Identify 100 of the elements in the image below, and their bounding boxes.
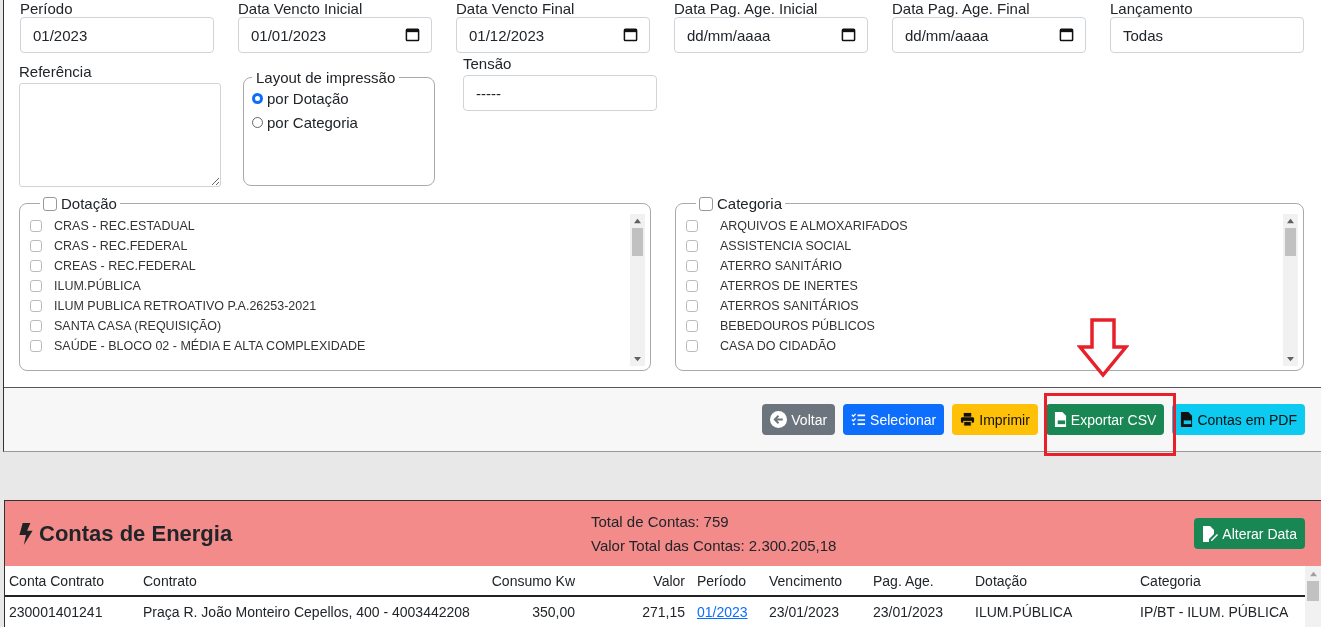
checkbox[interactable] bbox=[30, 240, 42, 252]
action-button[interactable]: Imprimir bbox=[952, 404, 1038, 435]
action-button[interactable]: Exportar CSV bbox=[1045, 404, 1165, 435]
file-icon bbox=[1053, 412, 1067, 427]
column-header: Vencimento bbox=[765, 566, 869, 596]
date-field[interactable]: 01/01/2023 bbox=[238, 17, 432, 53]
calendar-icon bbox=[841, 27, 856, 42]
checkbox[interactable] bbox=[30, 280, 42, 292]
checkbox[interactable] bbox=[699, 196, 713, 211]
scrollbar[interactable] bbox=[630, 214, 645, 366]
list-item[interactable]: CASA DO CIDADÃO bbox=[720, 339, 836, 353]
scrollbar-thumb[interactable] bbox=[1307, 581, 1319, 601]
checkbox[interactable] bbox=[30, 260, 42, 272]
lightning-icon bbox=[19, 522, 33, 545]
field-label: Período bbox=[20, 0, 74, 17]
field-label: Data Vencto Final bbox=[456, 0, 576, 17]
date-field[interactable]: dd/mm/aaaa bbox=[674, 17, 868, 53]
scroll-down-icon[interactable] bbox=[633, 356, 642, 363]
file-icon bbox=[1180, 412, 1194, 427]
list-item[interactable]: ATERRO SANITÁRIO bbox=[720, 259, 842, 273]
radio-option[interactable]: por Dotação bbox=[252, 86, 426, 110]
checkbox[interactable] bbox=[30, 340, 42, 352]
checkbox[interactable] bbox=[43, 196, 57, 211]
arrow-left-icon bbox=[770, 411, 788, 428]
table-cell: 230001401241 bbox=[9, 604, 103, 620]
card-title: Contas de Energia bbox=[39, 520, 233, 547]
action-button[interactable]: Selecionar bbox=[843, 404, 945, 435]
group-legend: Categoria bbox=[717, 195, 783, 212]
checkbox[interactable] bbox=[686, 300, 698, 312]
table-cell: 271,15 bbox=[642, 604, 685, 620]
column-header: Período bbox=[689, 566, 765, 596]
checkbox[interactable] bbox=[30, 320, 42, 332]
column-header: Pag. Age. bbox=[869, 566, 971, 596]
checkbox[interactable] bbox=[686, 260, 698, 272]
column-header: Dotação bbox=[971, 566, 1136, 596]
checkbox[interactable] bbox=[686, 220, 698, 232]
scrollbar[interactable] bbox=[1305, 566, 1321, 627]
list-item[interactable]: ILUM.PÚBLICA bbox=[54, 279, 141, 293]
action-button[interactable]: Voltar bbox=[762, 404, 836, 435]
date-field[interactable]: 01/12/2023 bbox=[456, 17, 650, 53]
table-cell: IP/BT - ILUM. PÚBLICA bbox=[1140, 604, 1289, 620]
scrollbar-thumb[interactable] bbox=[1285, 228, 1296, 256]
reference-textarea[interactable] bbox=[19, 83, 221, 187]
table-cell: 23/01/2023 bbox=[769, 604, 840, 620]
field-label: Data Pag. Age. Inicial bbox=[674, 0, 819, 17]
list-item[interactable]: SANTA CASA (REQUISIÇÃO) bbox=[54, 319, 222, 333]
table-cell: ILUM.PÚBLICA bbox=[975, 604, 1073, 620]
printer-icon bbox=[960, 412, 976, 427]
period-link[interactable]: 01/2023 bbox=[697, 604, 748, 620]
list-item[interactable]: ASSISTENCIA SOCIAL bbox=[720, 239, 852, 253]
scroll-up-icon[interactable] bbox=[1286, 217, 1295, 224]
field-label: Tensão bbox=[463, 55, 513, 72]
checkbox[interactable] bbox=[30, 300, 42, 312]
field-label: Lançamento bbox=[1110, 0, 1194, 17]
list-item[interactable]: ATERROS SANITÁRIOS bbox=[720, 299, 859, 313]
field-label: Data Pag. Age. Final bbox=[892, 0, 1031, 17]
calendar-icon bbox=[1059, 27, 1074, 42]
text-field[interactable]: Todas bbox=[1110, 17, 1304, 53]
scroll-down-icon[interactable] bbox=[1286, 356, 1295, 363]
field-label: Data Vencto Inicial bbox=[238, 0, 364, 17]
checkbox[interactable] bbox=[686, 240, 698, 252]
table-cell: 350,00 bbox=[532, 604, 575, 620]
list-item[interactable]: CREAS - REC.FEDERAL bbox=[54, 259, 196, 273]
change-date-button[interactable]: Alterar Data bbox=[1194, 518, 1305, 549]
list-item[interactable]: SAÚDE - BLOCO 02 - MÉDIA E ALTA COMPLEXIDADE bbox=[54, 339, 366, 353]
scrollbar[interactable] bbox=[1283, 214, 1298, 366]
checkbox[interactable] bbox=[686, 320, 698, 332]
table-cell: 23/01/2023 bbox=[873, 604, 944, 620]
checklist-icon bbox=[851, 412, 867, 427]
checkbox[interactable] bbox=[686, 340, 698, 352]
column-header: Conta Contrato bbox=[5, 566, 139, 596]
text-field[interactable]: 01/2023 bbox=[20, 17, 214, 53]
list-item[interactable]: CRAS - REC.FEDERAL bbox=[54, 239, 188, 253]
group-legend: Layout de impressão bbox=[252, 69, 400, 86]
action-button[interactable]: Contas em PDF bbox=[1172, 404, 1305, 435]
field-label: Referência bbox=[19, 63, 93, 80]
total-count: Total de Contas: 759 bbox=[591, 511, 730, 532]
group-legend: Dotação bbox=[61, 195, 117, 212]
list-item[interactable]: CRAS - REC.ESTADUAL bbox=[54, 219, 195, 233]
calendar-icon bbox=[405, 27, 420, 42]
list-item[interactable]: BEBEDOUROS PÚBLICOS bbox=[720, 319, 875, 333]
text-field[interactable]: ----- bbox=[463, 75, 657, 111]
scroll-up-icon[interactable] bbox=[1308, 570, 1318, 577]
scrollbar-thumb[interactable] bbox=[632, 228, 643, 256]
list-item[interactable]: ARQUIVOS E ALMOXARIFADOS bbox=[720, 219, 908, 233]
file-edit-icon bbox=[1202, 525, 1219, 542]
list-item[interactable]: ILUM PUBLICA RETROATIVO P.A.26253-2021 bbox=[54, 299, 317, 313]
column-header: Contrato bbox=[139, 566, 439, 596]
radio-option[interactable]: por Categoria bbox=[252, 110, 426, 134]
date-field[interactable]: dd/mm/aaaa bbox=[892, 17, 1086, 53]
calendar-icon bbox=[623, 27, 638, 42]
scroll-up-icon[interactable] bbox=[633, 217, 642, 224]
checkbox[interactable] bbox=[30, 220, 42, 232]
list-item[interactable]: ATERROS DE INERTES bbox=[720, 279, 858, 293]
checkbox[interactable] bbox=[686, 280, 698, 292]
column-header: Valor bbox=[579, 566, 689, 596]
total-value: Valor Total das Contas: 2.300.205,18 bbox=[591, 535, 838, 556]
column-header: Consumo Kw bbox=[439, 566, 579, 596]
annotation-arrow bbox=[1077, 318, 1129, 378]
table-cell: Praça R. João Monteiro Cepellos, 400 - 4003442208 bbox=[143, 604, 470, 620]
